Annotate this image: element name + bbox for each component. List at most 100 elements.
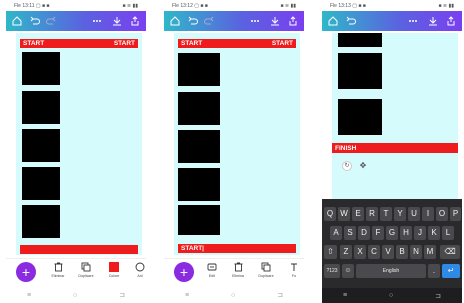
key[interactable]: I	[422, 207, 434, 221]
key[interactable]: T	[380, 207, 392, 221]
tool-edit[interactable]: Edit	[200, 262, 224, 284]
tool-color[interactable]: Colore	[102, 262, 126, 284]
nav-back-button[interactable]: ⊐	[277, 291, 283, 299]
key[interactable]: M	[424, 245, 436, 259]
emoji-key[interactable]: ☺	[342, 264, 354, 278]
tool-delete[interactable]: Eliminar	[46, 262, 70, 284]
key[interactable]: D	[358, 226, 370, 240]
start-banner[interactable]: START START	[178, 39, 296, 48]
nav-recent-button[interactable]: ≡	[185, 292, 189, 299]
key[interactable]: X	[354, 245, 366, 259]
bottom-banner[interactable]	[20, 245, 138, 254]
shift-key[interactable]: ⇧	[324, 245, 337, 259]
home-icon[interactable]	[326, 14, 340, 28]
status-time: Fle 13:12 ▢ ■ ■	[172, 2, 208, 9]
key[interactable]: L	[442, 226, 454, 240]
undo-icon[interactable]	[344, 14, 358, 28]
rotate-handle-icon[interactable]: ↻	[342, 161, 352, 171]
key[interactable]: K	[428, 226, 440, 240]
key[interactable]: A	[330, 226, 342, 240]
key[interactable]: N	[410, 245, 422, 259]
key[interactable]: Z	[340, 245, 352, 259]
start-banner[interactable]: START START	[20, 39, 138, 48]
start-banner-bottom[interactable]: START|	[178, 244, 296, 253]
key[interactable]: Q	[324, 207, 336, 221]
move-handle-icon[interactable]: ✥	[358, 161, 368, 171]
redo-icon[interactable]	[44, 14, 58, 28]
nav-home-button[interactable]: ○	[231, 292, 235, 299]
key[interactable]: J	[414, 226, 426, 240]
share-icon[interactable]	[444, 14, 458, 28]
period-key[interactable]: .	[428, 264, 440, 278]
share-icon[interactable]	[128, 14, 142, 28]
key[interactable]: F	[372, 226, 384, 240]
black-square[interactable]	[22, 205, 60, 238]
key[interactable]: G	[386, 226, 398, 240]
nav-home-button[interactable]: ○	[73, 292, 77, 299]
black-square[interactable]	[22, 129, 60, 162]
enter-key[interactable]: ↵	[442, 264, 460, 278]
add-button[interactable]: +	[16, 262, 36, 282]
key[interactable]: H	[400, 226, 412, 240]
key[interactable]: W	[338, 207, 350, 221]
more-icon[interactable]	[90, 14, 104, 28]
backspace-key[interactable]: ⌫	[440, 245, 460, 259]
key[interactable]: Y	[394, 207, 406, 221]
start-label-editing[interactable]: START|	[181, 245, 204, 252]
key[interactable]: V	[382, 245, 394, 259]
design-canvas[interactable]: START START START|	[174, 33, 300, 255]
black-square[interactable]	[338, 53, 382, 89]
key[interactable]: C	[368, 245, 380, 259]
design-canvas[interactable]: FINISH ↻ ✥	[332, 33, 458, 199]
eraser-icon	[54, 262, 62, 272]
tool-font[interactable]: Fo	[282, 262, 304, 284]
add-button[interactable]: +	[174, 262, 194, 282]
nav-back-button[interactable]: ⊐	[435, 292, 441, 300]
tool-animate[interactable]: Ani	[128, 262, 146, 284]
home-icon[interactable]	[10, 14, 24, 28]
black-square[interactable]	[178, 130, 220, 163]
more-icon[interactable]	[248, 14, 262, 28]
design-canvas[interactable]: START START	[16, 33, 142, 255]
black-square[interactable]	[22, 52, 60, 85]
key[interactable]: O	[436, 207, 448, 221]
black-square[interactable]	[338, 99, 382, 135]
nav-recent-button[interactable]: ≡	[343, 292, 347, 299]
key[interactable]: P	[450, 207, 461, 221]
status-icons: ■ ≋ ▮▮	[122, 2, 139, 9]
tool-delete[interactable]: Elimina	[226, 262, 250, 284]
finish-label[interactable]: FINISH	[335, 145, 356, 152]
app-toolbar	[6, 11, 146, 31]
black-square[interactable]	[178, 92, 220, 125]
nav-home-button[interactable]: ○	[389, 292, 393, 299]
space-key[interactable]: English	[356, 264, 426, 278]
nav-back-button[interactable]: ⊐	[119, 291, 125, 299]
download-icon[interactable]	[110, 14, 124, 28]
black-square[interactable]	[338, 33, 382, 47]
download-icon[interactable]	[426, 14, 440, 28]
tool-duplicate[interactable]: Duplicare	[74, 262, 98, 284]
black-square[interactable]	[178, 205, 220, 235]
key[interactable]: R	[366, 207, 378, 221]
home-icon[interactable]	[168, 14, 182, 28]
share-icon[interactable]	[286, 14, 300, 28]
nav-recent-button[interactable]: ≡	[27, 292, 31, 299]
redo-icon[interactable]	[202, 14, 216, 28]
more-icon[interactable]	[406, 14, 420, 28]
key[interactable]: U	[408, 207, 420, 221]
undo-icon[interactable]	[186, 14, 200, 28]
symbols-key[interactable]: ?123	[324, 264, 340, 278]
key[interactable]: B	[396, 245, 408, 259]
undo-icon[interactable]	[28, 14, 42, 28]
black-square[interactable]	[178, 168, 220, 201]
black-square[interactable]	[178, 53, 220, 86]
status-icons: ■ ≋ ▮▮	[438, 2, 455, 9]
black-square[interactable]	[22, 167, 60, 200]
key[interactable]: E	[352, 207, 364, 221]
tool-duplicate[interactable]: Duplicare	[254, 262, 278, 284]
phone-screen-3: Fle 13:13 ▢ ■ ■ ■ ≋ ▮▮ FINISH ↻ ✥ Q W E …	[322, 0, 462, 303]
finish-banner[interactable]: FINISH	[332, 143, 458, 153]
black-square[interactable]	[22, 91, 60, 124]
download-icon[interactable]	[268, 14, 282, 28]
key[interactable]: S	[344, 226, 356, 240]
